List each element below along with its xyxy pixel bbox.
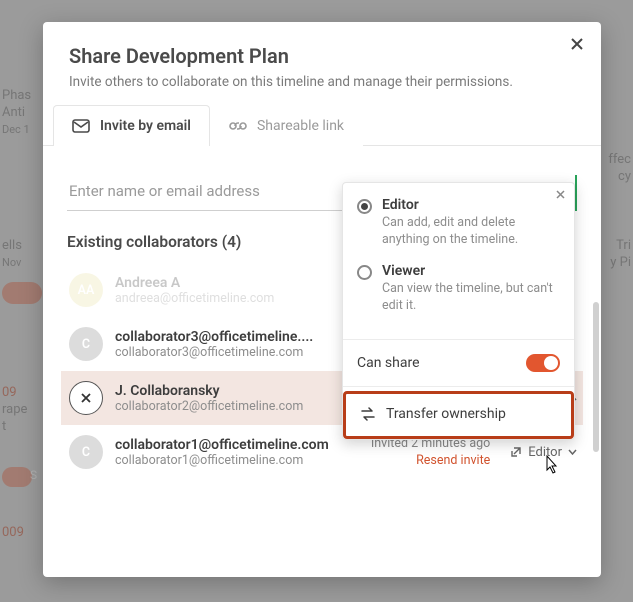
- chevron-down-icon: [568, 449, 577, 455]
- option-title: Viewer: [382, 263, 560, 279]
- swap-icon: [360, 407, 376, 421]
- transfer-label: Transfer ownership: [386, 406, 506, 422]
- tabs: Invite by email Shareable link: [43, 104, 601, 146]
- resend-invite-link[interactable]: Resend invite: [416, 453, 490, 468]
- radio-icon: [357, 199, 372, 214]
- send-button-edge[interactable]: [575, 175, 577, 211]
- mail-icon: [72, 119, 90, 133]
- popover-close-button[interactable]: [555, 189, 566, 200]
- divider: [343, 386, 574, 387]
- tab-label: Invite by email: [100, 118, 191, 134]
- transfer-ownership-button[interactable]: Transfer ownership: [346, 394, 571, 436]
- option-title: Editor: [382, 197, 560, 213]
- tab-invite-email[interactable]: Invite by email: [53, 105, 210, 146]
- avatar: C: [69, 435, 103, 469]
- can-share-label: Can share: [357, 355, 420, 371]
- role-label: Editor: [528, 445, 562, 460]
- modal-title: Share Development Plan: [69, 44, 575, 68]
- role-option-editor[interactable]: Editor Can add, edit and delete anything…: [357, 197, 560, 249]
- scrollbar[interactable]: [593, 302, 599, 452]
- divider: [343, 339, 574, 340]
- can-share-toggle[interactable]: [526, 354, 560, 372]
- share-modal: Share Development Plan Invite others to …: [43, 22, 601, 577]
- role-dropdown[interactable]: Editor: [510, 445, 577, 460]
- close-button[interactable]: [569, 36, 585, 52]
- tab-shareable-link[interactable]: Shareable link: [210, 105, 363, 146]
- link-icon: [229, 119, 247, 133]
- radio-icon: [357, 265, 372, 280]
- option-desc: Can add, edit and delete anything on the…: [382, 215, 560, 249]
- modal-subtitle: Invite others to collaborate on this tim…: [69, 74, 575, 90]
- remove-collaborator-button[interactable]: [69, 381, 103, 415]
- avatar: C: [69, 327, 103, 361]
- external-icon: [510, 446, 522, 458]
- collaborator-email: collaborator1@officetimeline.com: [115, 453, 359, 468]
- collaborator-name: collaborator1@officetimeline.com: [115, 437, 359, 453]
- can-share-toggle-row: Can share: [343, 344, 574, 382]
- role-popover: Editor Can add, edit and delete anything…: [342, 182, 575, 440]
- option-desc: Can view the timeline, but can't edit it…: [382, 281, 560, 315]
- role-option-viewer[interactable]: Viewer Can view the timeline, but can't …: [357, 263, 560, 315]
- tab-label: Shareable link: [257, 118, 344, 134]
- avatar: AA: [69, 273, 103, 307]
